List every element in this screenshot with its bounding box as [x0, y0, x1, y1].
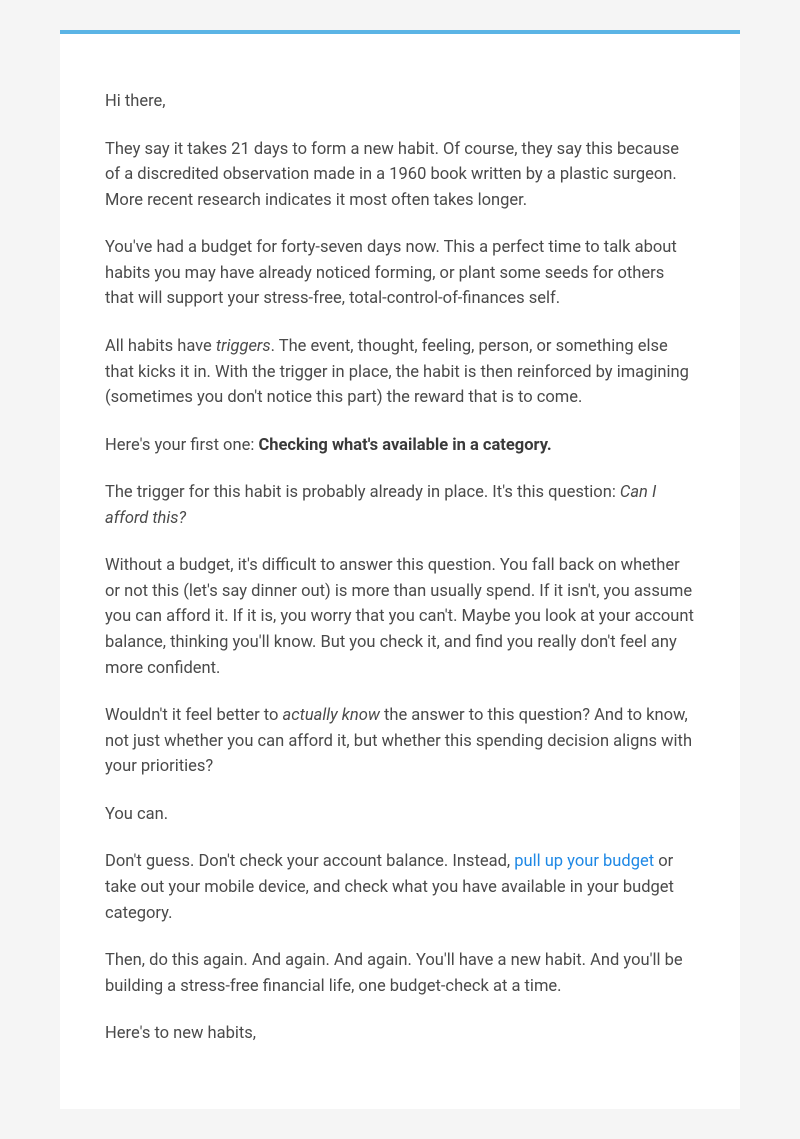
text-segment: Here's your first one: — [105, 436, 258, 455]
paragraph-8: You can. — [105, 802, 695, 828]
paragraph-3: All habits have triggers. The event, tho… — [105, 334, 695, 411]
budget-link[interactable]: pull up your budget — [514, 852, 654, 871]
emphasis-triggers: triggers — [216, 337, 271, 356]
paragraph-10: Then, do this again. And again. And agai… — [105, 948, 695, 999]
paragraph-2: You've had a budget for forty-seven days… — [105, 235, 695, 312]
paragraph-1: They say it takes 21 days to form a new … — [105, 137, 695, 214]
email-card: Hi there, They say it takes 21 days to f… — [60, 30, 740, 1109]
paragraph-5: The trigger for this habit is probably a… — [105, 480, 695, 531]
text-segment: All habits have — [105, 337, 216, 356]
emphasis-actually-know: actually know — [283, 706, 380, 725]
email-content: Hi there, They say it takes 21 days to f… — [105, 89, 695, 1047]
text-segment: Don't guess. Don't check your account ba… — [105, 852, 514, 871]
strong-habit-title: Checking what's available in a category. — [258, 436, 551, 455]
text-segment: Wouldn't it feel better to — [105, 706, 283, 725]
greeting: Hi there, — [105, 89, 695, 115]
paragraph-7: Wouldn't it feel better to actually know… — [105, 703, 695, 780]
paragraph-9: Don't guess. Don't check your account ba… — [105, 849, 695, 926]
signoff: Here's to new habits, — [105, 1021, 695, 1047]
paragraph-6: Without a budget, it's difficult to answ… — [105, 553, 695, 681]
paragraph-4: Here's your first one: Checking what's a… — [105, 433, 695, 459]
text-segment: The trigger for this habit is probably a… — [105, 483, 620, 502]
